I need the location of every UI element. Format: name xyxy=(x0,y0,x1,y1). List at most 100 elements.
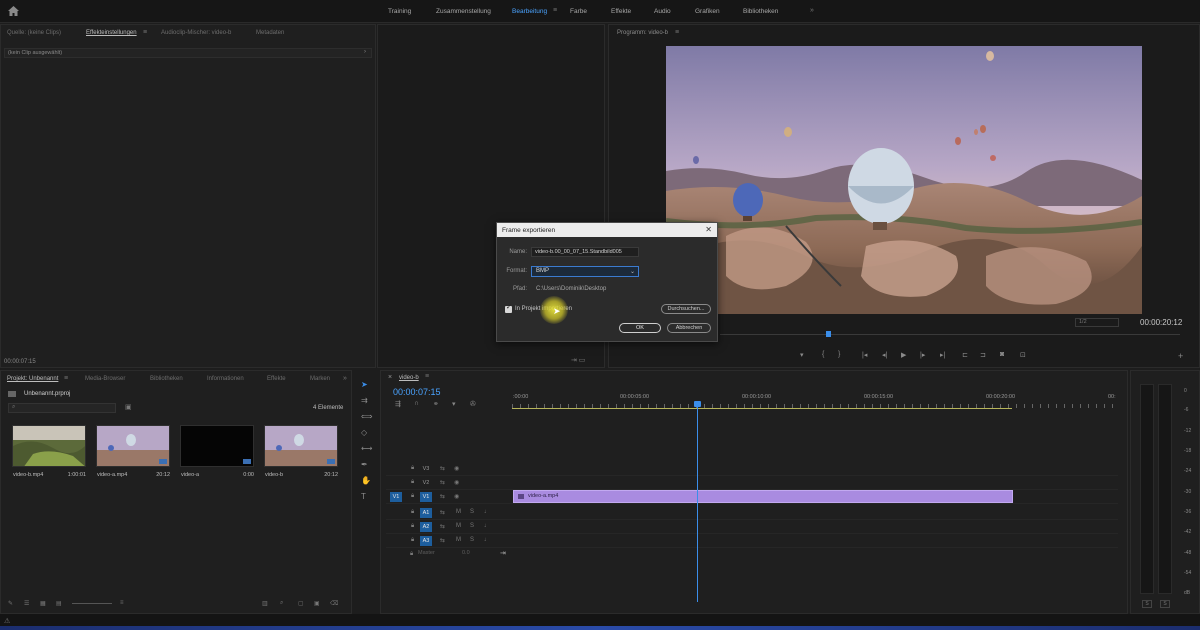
close-icon[interactable]: × xyxy=(388,374,392,381)
workspace-tab-farbe[interactable]: Farbe xyxy=(570,8,587,15)
import-to-project-checkbox[interactable]: ✓ xyxy=(505,304,512,313)
selection-tool-icon[interactable]: ➤ xyxy=(361,380,368,389)
program-scrubber[interactable] xyxy=(720,334,1180,340)
tab-marken[interactable]: Marken xyxy=(310,376,330,382)
sync-lock-icon[interactable]: ⇆ xyxy=(440,465,445,472)
tab-metadaten[interactable]: Metadaten xyxy=(256,30,284,36)
status-info-icon[interactable]: ⚠ xyxy=(4,617,10,625)
tab-audioclip-mischer[interactable]: Audioclip-Mischer: video-b xyxy=(161,30,231,36)
wrench-icon[interactable]: ✇ xyxy=(470,400,476,408)
lock-icon[interactable]: 🔒︎ xyxy=(410,551,413,558)
work-area-bar[interactable] xyxy=(512,408,1012,409)
automate-icon[interactable]: ▥ xyxy=(262,600,268,607)
panel-menu-icon[interactable]: ≡ xyxy=(553,7,557,14)
panel-menu-icon[interactable]: ≡ xyxy=(143,29,147,36)
icon-view-icon[interactable]: ▦ xyxy=(40,600,46,607)
zoom-slider[interactable] xyxy=(72,603,112,604)
hand-icon[interactable]: ✋ xyxy=(361,476,371,485)
linked-selection-icon[interactable]: ⚭ xyxy=(433,400,439,408)
eye-icon[interactable]: ◉ xyxy=(454,493,459,500)
sync-lock-icon[interactable]: ⇆ xyxy=(440,509,445,516)
mic-icon[interactable]: ♩ xyxy=(484,523,490,529)
tab-bibliotheken[interactable]: Bibliotheken xyxy=(150,376,183,382)
program-video-frame[interactable] xyxy=(666,46,1142,314)
more-tabs-icon[interactable]: » xyxy=(343,375,347,382)
name-field[interactable]: video-b.00_00_07_15.Standbild005 xyxy=(531,247,639,257)
eye-icon[interactable]: ◉ xyxy=(454,465,459,472)
sequence-tab[interactable]: video-b xyxy=(399,375,419,381)
text-tool-icon[interactable]: T xyxy=(361,492,366,501)
thumbnail-video-b-mp4[interactable] xyxy=(12,425,86,467)
panel-menu-icon[interactable]: ≡ xyxy=(425,373,429,380)
write-protect-icon[interactable]: ✎ xyxy=(8,600,13,607)
list-view-icon[interactable]: ☰ xyxy=(24,600,29,607)
step-back-icon[interactable]: ◂| xyxy=(882,351,887,359)
go-to-out-icon[interactable]: ▸| xyxy=(940,351,945,359)
track-label[interactable]: A3 xyxy=(420,536,432,546)
export-frame-icon[interactable]: ◙ xyxy=(1000,351,1004,358)
track-select-icon[interactable]: ⇉ xyxy=(361,396,368,405)
tab-projekt[interactable]: Projekt: Unbenannt xyxy=(7,376,58,382)
add-marker-icon[interactable]: ▾ xyxy=(452,400,456,408)
track-label[interactable]: V3 xyxy=(420,464,432,474)
mark-in-icon[interactable]: { xyxy=(822,351,824,358)
lock-icon[interactable]: 🔒︎ xyxy=(411,479,414,486)
thumbnail-video-a-mp4[interactable] xyxy=(96,425,170,467)
solo-left-button[interactable]: S xyxy=(1142,600,1152,608)
chevron-icon[interactable]: › xyxy=(364,49,366,55)
tab-media-browser[interactable]: Media-Browser xyxy=(85,376,125,382)
project-search-input[interactable]: ⌕ xyxy=(8,403,116,413)
nest-icon[interactable]: ⇶ xyxy=(395,400,401,408)
sync-lock-icon[interactable]: ⇆ xyxy=(440,479,445,486)
workspace-tab-zusammenstellung[interactable]: Zusammenstellung xyxy=(436,8,491,15)
thumbnail-video-a[interactable] xyxy=(180,425,254,467)
tab-quelle[interactable]: Quelle: (keine Clips) xyxy=(7,30,61,36)
tab-effekteinstellungen[interactable]: Effekteinstellungen xyxy=(86,30,137,36)
ok-button[interactable]: OK xyxy=(619,323,661,333)
program-playhead[interactable] xyxy=(826,331,831,337)
play-icon[interactable]: ▶ xyxy=(901,351,906,359)
mute-icon[interactable]: M xyxy=(456,523,461,529)
lock-icon[interactable]: 🔒︎ xyxy=(411,509,414,516)
workspace-tab-bearbeitung[interactable]: Bearbeitung xyxy=(512,8,547,15)
sync-lock-icon[interactable]: ⇆ xyxy=(440,493,445,500)
find-icon[interactable]: ⌕ xyxy=(280,600,283,607)
sort-icon[interactable]: ≡ xyxy=(120,600,124,606)
slip-icon[interactable]: ⟷ xyxy=(361,444,372,453)
lift-icon[interactable]: ⊏ xyxy=(962,351,968,359)
step-forward-icon[interactable]: |▸ xyxy=(920,351,925,359)
new-bin-icon[interactable]: ▣ xyxy=(125,403,132,411)
browse-button[interactable]: Durchsuchen... xyxy=(661,304,711,314)
compare-icon[interactable]: ⊡ xyxy=(1020,351,1026,359)
home-icon[interactable] xyxy=(8,6,19,16)
track-label[interactable]: V2 xyxy=(420,478,432,488)
mute-icon[interactable]: M xyxy=(456,509,461,515)
eye-icon[interactable]: ◉ xyxy=(454,479,459,486)
lock-icon[interactable]: 🔒︎ xyxy=(411,465,414,472)
solo-icon[interactable]: S xyxy=(470,509,474,515)
close-icon[interactable]: ✕ xyxy=(705,225,712,234)
panel-menu-icon[interactable]: ≡ xyxy=(64,375,68,382)
workspace-tab-effekte[interactable]: Effekte xyxy=(611,8,631,15)
go-to-end-icon[interactable]: ⇥ xyxy=(500,549,506,557)
lock-icon[interactable]: 🔒︎ xyxy=(411,523,414,530)
format-select[interactable]: BMP ⌄ xyxy=(531,266,639,277)
fit-select[interactable]: 1/2 xyxy=(1075,318,1119,327)
workspace-tab-training[interactable]: Training xyxy=(388,8,411,15)
tab-effekte[interactable]: Effekte xyxy=(267,376,286,382)
new-item-icon[interactable]: ▣ xyxy=(314,600,320,607)
timeline-clip[interactable]: video-a.mp4 xyxy=(513,490,1013,503)
workspace-tab-bibliotheken[interactable]: Bibliotheken xyxy=(743,8,778,15)
sync-lock-icon[interactable]: ⇆ xyxy=(440,523,445,530)
lock-icon[interactable]: 🔒︎ xyxy=(411,537,414,544)
razor-icon[interactable]: ◇ xyxy=(361,428,367,437)
workspace-tab-grafiken[interactable]: Grafiken xyxy=(695,8,720,15)
snap-icon[interactable]: ∩ xyxy=(414,400,419,407)
solo-right-button[interactable]: S xyxy=(1160,600,1170,608)
mute-icon[interactable]: M xyxy=(456,537,461,543)
source-patch-v1[interactable]: V1 xyxy=(390,492,402,502)
pen-icon[interactable]: ✒ xyxy=(361,460,368,469)
timeline-timecode[interactable]: 00:00:07:15 xyxy=(393,387,441,397)
cancel-button[interactable]: Abbrechen xyxy=(667,323,711,333)
trash-icon[interactable]: ⌫ xyxy=(330,600,338,607)
